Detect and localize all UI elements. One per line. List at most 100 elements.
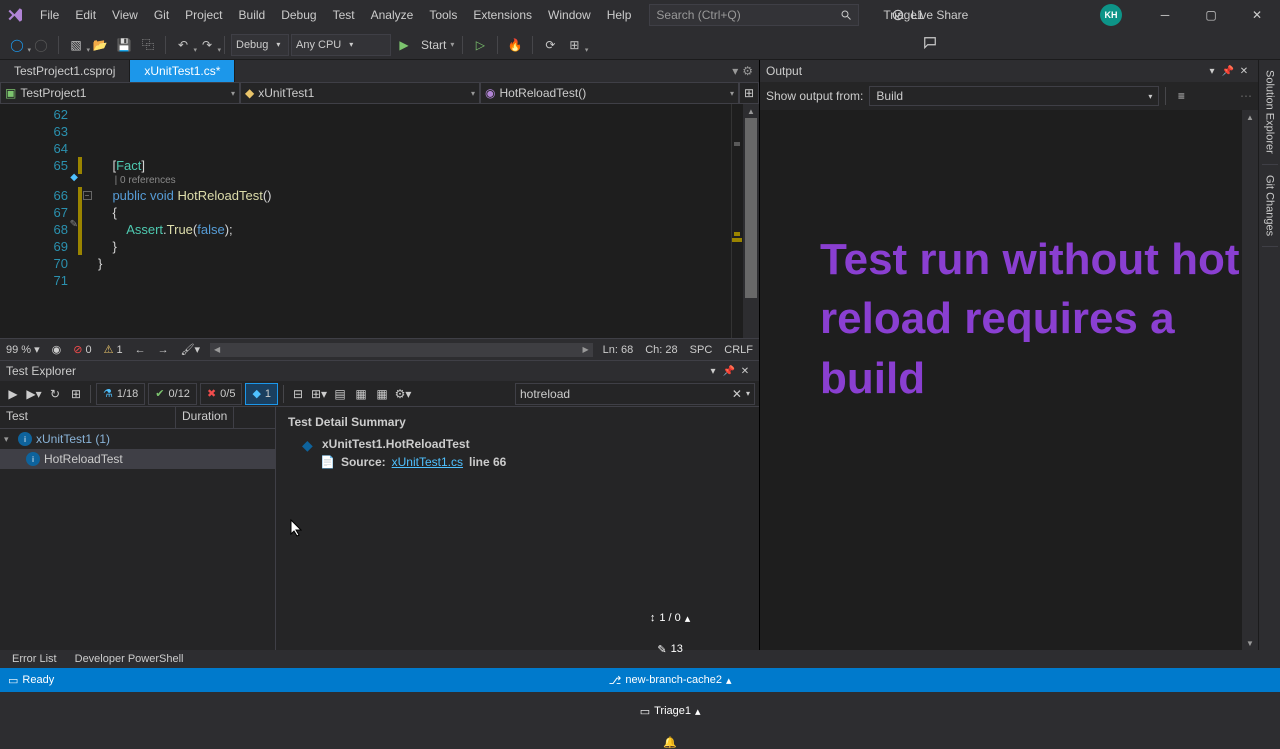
failed-count-pill[interactable]: ✖0/5	[200, 383, 243, 405]
hot-reload-button[interactable]: 🔥	[504, 34, 526, 56]
git-changes-tab[interactable]: Git Changes	[1262, 165, 1278, 247]
undo-button[interactable]: ↶▾	[172, 34, 194, 56]
tab-error-list[interactable]: Error List	[4, 652, 65, 666]
expand-icon[interactable]: ▾	[4, 434, 14, 445]
run-all-button[interactable]: ▶	[4, 385, 22, 403]
method-combo[interactable]: ◉ HotReloadTest()▾	[480, 82, 739, 104]
code-editor[interactable]: 62 63 64 65 66 67 68 69 70 71 ◆ ✎ −	[0, 104, 759, 338]
save-all-button[interactable]: ⿻	[137, 34, 159, 56]
project-combo[interactable]: ▣ TestProject1▾	[0, 82, 240, 104]
playlist-button[interactable]: ⊞	[67, 385, 85, 403]
other-count-pill[interactable]: ◆1	[245, 383, 278, 405]
menu-debug[interactable]: Debug	[273, 4, 324, 26]
output-pin-button[interactable]: 📌	[1220, 66, 1236, 77]
total-count-pill[interactable]: ⚗1/18	[96, 383, 145, 405]
status-selection[interactable]: ↕ 1 / 0 ▴	[650, 612, 690, 625]
code-content[interactable]: [Fact] | 0 references public void HotRel…	[92, 104, 731, 338]
tab-settings-icon[interactable]: ⚙	[742, 64, 753, 78]
misc-button[interactable]: ⊞▾	[563, 34, 585, 56]
tree-child-row[interactable]: i HotReloadTest	[0, 449, 275, 469]
passed-count-pill[interactable]: ✔0/12	[148, 383, 197, 405]
browser-link-button[interactable]: ⟳	[539, 34, 561, 56]
menu-git[interactable]: Git	[146, 4, 177, 26]
panel-dropdown-button[interactable]: ▾	[705, 366, 721, 377]
line-ending[interactable]: CRLF	[718, 344, 759, 356]
output-source-combo[interactable]: Build▾	[869, 86, 1159, 106]
save-button[interactable]: 💾	[113, 34, 135, 56]
source-file-link[interactable]: xUnitTest1.cs	[392, 455, 463, 469]
panel-pin-button[interactable]: 📌	[721, 366, 737, 377]
test-search-input[interactable]	[520, 387, 732, 401]
status-repo[interactable]: ▭ Triage1 ▴	[640, 705, 701, 718]
start-label[interactable]: Start	[421, 38, 446, 52]
start-button[interactable]: ▶	[393, 34, 415, 56]
tab-xunittest[interactable]: xUnitTest1.cs*	[130, 60, 235, 82]
menu-test[interactable]: Test	[325, 4, 363, 26]
health-indicator[interactable]: ◉	[46, 343, 68, 356]
output-vscrollbar[interactable]: ▲ ▼	[1242, 110, 1258, 650]
search-dropdown-icon[interactable]: ▾	[746, 389, 750, 398]
output-dropdown-button[interactable]: ▾	[1204, 66, 1220, 77]
menu-view[interactable]: View	[104, 4, 146, 26]
warning-count[interactable]: ⚠1	[98, 343, 129, 356]
class-combo[interactable]: ◆ xUnitTest1▾	[240, 82, 480, 104]
collapse-button[interactable]: ▦	[373, 385, 391, 403]
editor-hscrollbar[interactable]: ◀▶	[210, 343, 593, 357]
fold-toggle[interactable]: −	[82, 187, 92, 204]
status-branch[interactable]: ⎇ new-branch-cache2 ▴	[609, 674, 732, 687]
solution-explorer-tab[interactable]: Solution Explorer	[1262, 60, 1278, 165]
columns-button[interactable]: ▤	[331, 385, 349, 403]
config-combo[interactable]: Debug▾	[231, 34, 289, 56]
menu-build[interactable]: Build	[231, 4, 274, 26]
tab-dropdown-icon[interactable]: ▾	[732, 64, 738, 78]
cleanup-button[interactable]: 🖌▾	[175, 343, 207, 356]
output-content[interactable]: Test run without hot reload requires a b…	[760, 110, 1258, 650]
error-count[interactable]: ⊘0	[67, 343, 97, 356]
output-panel: Output ▾ 📌 ✕ Show output from: Build▾ ≡ …	[760, 60, 1258, 650]
run-button[interactable]: ▶▾	[25, 385, 43, 403]
menu-file[interactable]: File	[32, 4, 67, 26]
repeat-button[interactable]: ↻	[46, 385, 64, 403]
zoom-combo[interactable]: 99 % ▾	[0, 343, 46, 356]
live-share-button[interactable]: Live Share	[891, 8, 968, 22]
view-button[interactable]: ⊟	[289, 385, 307, 403]
new-item-button[interactable]: ▧▾	[65, 34, 87, 56]
feedback-button[interactable]	[923, 36, 937, 50]
live-share-icon	[891, 8, 905, 22]
menu-edit[interactable]: Edit	[67, 4, 104, 26]
clear-search-icon[interactable]: ✕	[732, 387, 742, 401]
panel-close-button[interactable]: ✕	[737, 366, 753, 377]
split-editor-button[interactable]: ⊞	[739, 82, 759, 104]
test-search-box[interactable]: ✕ ▾	[515, 383, 755, 405]
indent-mode[interactable]: SPC	[684, 344, 719, 356]
output-close-button[interactable]: ✕	[1236, 66, 1252, 77]
nav-back-button[interactable]: ◯▾	[6, 34, 28, 56]
menu-project[interactable]: Project	[177, 4, 230, 26]
expand-button[interactable]: ▦	[352, 385, 370, 403]
platform-combo[interactable]: Any CPU▾	[291, 34, 391, 56]
col-test[interactable]: Test	[0, 407, 176, 428]
detail-title: Test Detail Summary	[288, 415, 747, 429]
settings-button[interactable]: ⚙▾	[394, 385, 412, 403]
editor-vscrollbar[interactable]: ▲	[743, 104, 759, 338]
status-notifications[interactable]: 🔔	[663, 736, 677, 749]
tab-csproj[interactable]: TestProject1.csproj	[0, 60, 130, 82]
status-count[interactable]: ✎ 13	[657, 643, 682, 656]
nav-prev-button[interactable]: ←	[129, 344, 152, 356]
menu-analyze[interactable]: Analyze	[363, 4, 422, 26]
output-title: Output	[766, 64, 1204, 78]
nav-forward-button[interactable]: ◯	[30, 34, 52, 56]
start-without-debug-button[interactable]: ▷	[469, 34, 491, 56]
redo-button[interactable]: ↷▾	[196, 34, 218, 56]
nav-next-button[interactable]: →	[152, 344, 175, 356]
menu-extensions[interactable]: Extensions	[465, 4, 540, 26]
col-duration[interactable]: Duration	[176, 407, 234, 428]
tree-parent-row[interactable]: ▾ i xUnitTest1 (1)	[0, 429, 275, 449]
output-clear-button[interactable]: ≡	[1172, 89, 1190, 103]
status-bar: ▭ Ready ↕ 1 / 0 ▴ ✎ 13 ⎇ new-branch-cach…	[0, 668, 1280, 692]
overview-ruler[interactable]	[731, 104, 743, 338]
menu-tools[interactable]: Tools	[421, 4, 465, 26]
group-button[interactable]: ⊞▾	[310, 385, 328, 403]
cursor-line: Ln: 68	[597, 344, 640, 356]
open-button[interactable]: 📂	[89, 34, 111, 56]
